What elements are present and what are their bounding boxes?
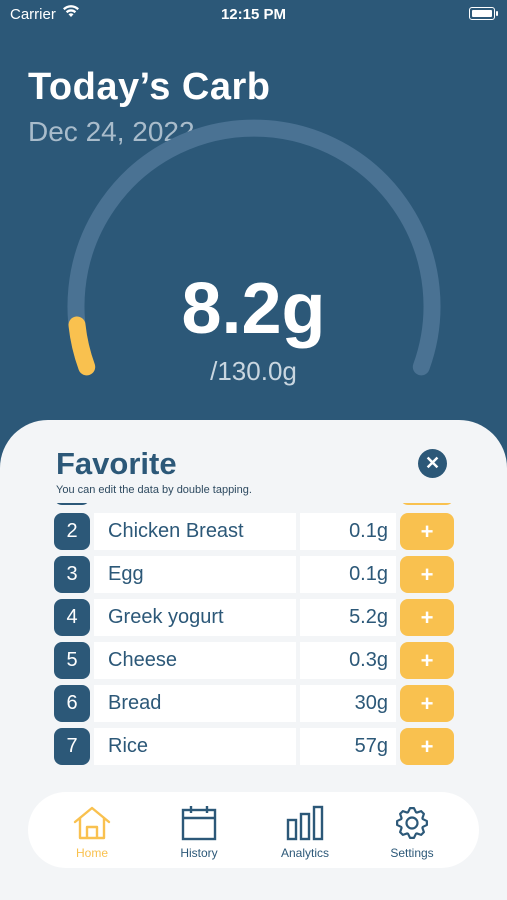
item-number: 4 <box>54 599 90 636</box>
item-name[interactable]: Rice <box>94 728 296 765</box>
item-name[interactable]: Chicken Breast <box>94 513 296 550</box>
add-button[interactable]: + <box>400 556 454 593</box>
item-amount[interactable]: 0.3g <box>300 642 396 679</box>
list-item-partial-add[interactable] <box>400 503 454 505</box>
tab-analytics[interactable]: Analytics <box>255 792 355 868</box>
tab-bar: Home History Analytics Settings <box>28 792 479 868</box>
item-number: 5 <box>54 642 90 679</box>
item-number: 7 <box>54 728 90 765</box>
add-button[interactable]: + <box>400 642 454 679</box>
list-item[interactable]: 7 Rice 57g + <box>54 728 454 765</box>
calendar-icon <box>181 806 217 841</box>
favorite-list[interactable]: 2 Chicken Breast 0.1g + 3 Egg 0.1g + 4 G… <box>54 503 454 768</box>
list-item[interactable]: 4 Greek yogurt 5.2g + <box>54 599 454 636</box>
favorite-title: Favorite <box>56 446 177 481</box>
tab-settings[interactable]: Settings <box>362 792 462 868</box>
item-name[interactable]: Greek yogurt <box>94 599 296 636</box>
item-amount[interactable]: 0.1g <box>300 556 396 593</box>
home-icon <box>73 806 111 840</box>
close-button[interactable]: ✕ <box>418 449 447 478</box>
list-item[interactable]: 3 Egg 0.1g + <box>54 556 454 593</box>
list-item[interactable]: 6 Bread 30g + <box>54 685 454 722</box>
item-name[interactable]: Egg <box>94 556 296 593</box>
item-amount[interactable]: 0.1g <box>300 513 396 550</box>
add-button[interactable]: + <box>400 728 454 765</box>
list-item[interactable]: 5 Cheese 0.3g + <box>54 642 454 679</box>
item-name[interactable]: Cheese <box>94 642 296 679</box>
tab-home[interactable]: Home <box>42 792 142 868</box>
tab-history-label: History <box>180 846 218 860</box>
item-name[interactable]: Bread <box>94 685 296 722</box>
tab-analytics-label: Analytics <box>280 846 330 860</box>
add-button[interactable]: + <box>400 513 454 550</box>
item-number: 6 <box>54 685 90 722</box>
carb-max: /130.0g <box>210 356 297 386</box>
add-button[interactable]: + <box>400 685 454 722</box>
bar-chart-icon <box>286 805 324 841</box>
add-button[interactable]: + <box>400 599 454 636</box>
tab-settings-label: Settings <box>390 846 434 860</box>
item-amount[interactable]: 57g <box>300 728 396 765</box>
favorite-subtitle: You can edit the data by double tapping. <box>56 484 252 496</box>
item-amount[interactable]: 5.2g <box>300 599 396 636</box>
tab-history[interactable]: History <box>149 792 249 868</box>
list-item[interactable]: 2 Chicken Breast 0.1g + <box>54 513 454 550</box>
item-amount[interactable]: 30g <box>300 685 396 722</box>
carb-value: 8.2g <box>181 269 326 349</box>
item-number: 2 <box>54 513 90 550</box>
gear-icon <box>396 807 428 839</box>
item-number: 3 <box>54 556 90 593</box>
close-icon: ✕ <box>424 453 441 473</box>
tab-home-label: Home <box>75 846 108 860</box>
list-item-partial-number <box>54 503 90 505</box>
